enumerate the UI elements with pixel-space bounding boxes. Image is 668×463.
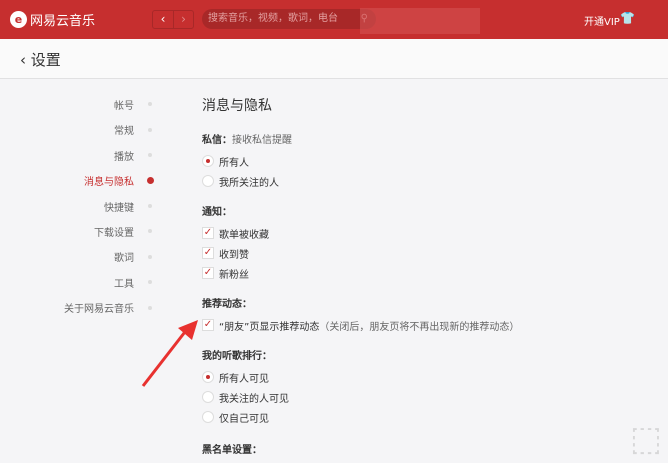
user-avatar-blurred[interactable] bbox=[360, 8, 480, 34]
nav-dot bbox=[148, 204, 152, 208]
checkbox-likes[interactable]: ✓ 收到赞 bbox=[202, 243, 519, 263]
skin-icon[interactable]: 👕 bbox=[620, 11, 635, 25]
page-title: 设置 bbox=[30, 51, 61, 69]
checkbox-recommend[interactable]: ✓ “朋友”页显示推荐动态 （关闭后，朋友页将不再出现新的推荐动态） bbox=[202, 315, 519, 335]
radio-private-following[interactable]: 我所关注的人 bbox=[202, 171, 519, 191]
sidebar-item-lyrics[interactable]: 歌词 bbox=[40, 249, 134, 274]
sidebar-item-about[interactable]: 关于网易云音乐 bbox=[40, 300, 134, 325]
nav-dot bbox=[148, 153, 152, 157]
checkbox-new-fans[interactable]: ✓ 新粉丝 bbox=[202, 263, 519, 283]
radio-rank-everyone[interactable]: 所有人可见 bbox=[202, 367, 519, 387]
radio-button[interactable] bbox=[202, 371, 214, 383]
recommend-label: 推荐动态： bbox=[202, 299, 252, 310]
option-label: 仅自己可见 bbox=[219, 413, 269, 425]
checkbox-checked[interactable]: ✓ bbox=[202, 227, 214, 239]
blacklist-label: 黑名单设置： bbox=[202, 445, 262, 456]
option-label: 歌单被收藏 bbox=[219, 229, 269, 241]
privacy-section: 消息与隐私 私信：接收私信提醒 所有人 我所关注的人 通知： ✓ 歌单被收藏 ✓ 收… bbox=[202, 95, 519, 461]
private-message-desc: 接收私信提醒 bbox=[232, 135, 292, 146]
app-name: 网易云音乐 bbox=[30, 14, 96, 29]
nav-dot bbox=[148, 102, 152, 106]
rank-label: 我的听歌排行： bbox=[202, 351, 272, 362]
nav-dot bbox=[148, 306, 152, 310]
sidebar-item-general[interactable]: 常规 bbox=[40, 122, 134, 147]
title-bar: e网易云音乐 ‹› 搜索音乐，视频，歌词，电台⚲ 开通VIP 👕 bbox=[0, 0, 668, 39]
back-button[interactable]: ‹ 设置 bbox=[20, 49, 61, 70]
radio-button[interactable] bbox=[202, 175, 214, 187]
forward-nav-button[interactable]: › bbox=[173, 11, 193, 28]
option-label: 我关注的人可见 bbox=[219, 393, 289, 405]
sidebar-item-account[interactable]: 帐号 bbox=[40, 97, 134, 122]
option-label: 所有人可见 bbox=[219, 373, 269, 385]
sidebar-item-privacy[interactable]: 消息与隐私 bbox=[40, 173, 134, 198]
checkbox-checked[interactable]: ✓ bbox=[202, 247, 214, 259]
option-label: “朋友”页显示推荐动态 bbox=[219, 321, 320, 333]
radio-rank-following[interactable]: 我关注的人可见 bbox=[202, 387, 519, 407]
option-note: （关闭后，朋友页将不再出现新的推荐动态） bbox=[319, 321, 520, 333]
vip-button[interactable]: 开通VIP bbox=[584, 13, 620, 28]
sidebar-item-tools[interactable]: 工具 bbox=[40, 275, 134, 300]
nav-dot bbox=[148, 229, 152, 233]
radio-private-everyone[interactable]: 所有人 bbox=[202, 151, 519, 171]
app-logo[interactable]: e 网易云音乐 bbox=[10, 10, 95, 29]
search-placeholder: 搜索音乐，视频，歌词，电台 bbox=[208, 13, 338, 24]
radio-button[interactable] bbox=[202, 155, 214, 167]
nav-dot bbox=[148, 128, 152, 132]
option-label: 所有人 bbox=[219, 157, 249, 169]
checkbox-checked[interactable]: ✓ bbox=[202, 267, 214, 279]
back-nav-button[interactable]: ‹ bbox=[153, 11, 173, 28]
option-label: 收到赞 bbox=[219, 249, 249, 261]
notify-label: 通知： bbox=[202, 207, 232, 218]
search-input[interactable]: 搜索音乐，视频，歌词，电台⚲ bbox=[202, 9, 376, 29]
annotation-arrow-icon bbox=[141, 320, 198, 387]
sidebar-item-shortcuts[interactable]: 快捷键 bbox=[40, 199, 134, 224]
radio-rank-self[interactable]: 仅自己可见 bbox=[202, 407, 519, 427]
option-label: 新粉丝 bbox=[219, 269, 249, 281]
page-header: ‹ 设置 bbox=[0, 39, 668, 79]
nav-dot-active bbox=[147, 177, 154, 184]
chevron-left-icon: ‹ bbox=[20, 51, 26, 69]
watermark-logo: ⬚ bbox=[629, 419, 662, 459]
section-title: 消息与隐私 bbox=[202, 98, 272, 114]
nav-dot bbox=[148, 280, 152, 284]
sidebar-item-download[interactable]: 下载设置 bbox=[40, 224, 134, 249]
checkbox-checked[interactable]: ✓ bbox=[202, 319, 214, 331]
option-label: 我所关注的人 bbox=[219, 177, 279, 189]
history-nav: ‹ › bbox=[152, 10, 194, 29]
netease-logo-icon: e bbox=[10, 11, 27, 28]
radio-button[interactable] bbox=[202, 391, 214, 403]
nav-dot bbox=[148, 255, 152, 259]
sidebar-item-playback[interactable]: 播放 bbox=[40, 148, 134, 173]
radio-button[interactable] bbox=[202, 411, 214, 423]
private-message-label: 私信： bbox=[202, 135, 232, 146]
settings-sidebar: 帐号 常规 播放 消息与隐私 快捷键 下载设置 歌词 工具 关于网易云音乐 bbox=[40, 97, 134, 326]
checkbox-playlist-saved[interactable]: ✓ 歌单被收藏 bbox=[202, 223, 519, 243]
